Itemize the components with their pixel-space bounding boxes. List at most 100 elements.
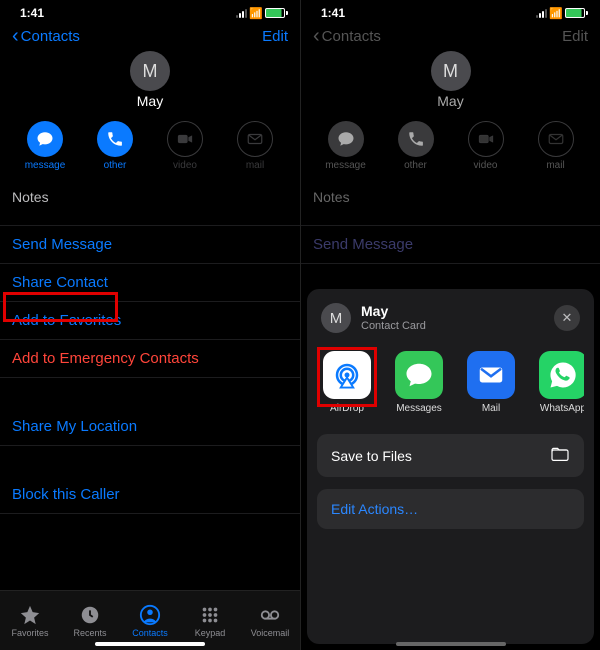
video-icon	[468, 121, 504, 157]
call-action: other	[393, 121, 439, 171]
notes-row: Notes	[301, 181, 600, 226]
battery-icon	[565, 8, 588, 18]
add-emergency-row[interactable]: Add to Emergency Contacts	[0, 340, 300, 378]
back-label: Contacts	[21, 28, 80, 45]
message-icon	[328, 121, 364, 157]
back-label: Contacts	[322, 28, 381, 45]
video-action: video	[463, 121, 509, 171]
spacer	[0, 446, 300, 476]
messages-icon	[395, 351, 443, 399]
sheet-subtitle: Contact Card	[361, 320, 426, 333]
share-location-row[interactable]: Share My Location	[0, 408, 300, 446]
contact-header: M May	[0, 51, 300, 115]
message-action: message	[323, 121, 369, 171]
app-label: AirDrop	[330, 403, 364, 414]
quick-actions: message other video mail	[301, 115, 600, 181]
contact-header: M May	[301, 51, 600, 115]
app-label: WhatsApp	[540, 403, 584, 414]
contact-name: May	[137, 93, 163, 109]
send-message-row[interactable]: Send Message	[0, 226, 300, 264]
chevron-left-icon: ‹	[12, 29, 19, 44]
chevron-left-icon: ‹	[313, 29, 320, 44]
battery-icon	[265, 8, 288, 18]
status-time: 1:41	[20, 6, 44, 20]
mail-app[interactable]: Mail	[463, 351, 519, 414]
tab-keypad[interactable]: Keypad	[182, 604, 238, 638]
action-label: mail	[546, 160, 564, 171]
phone-icon	[97, 121, 133, 157]
tab-label: Contacts	[132, 628, 168, 638]
notes-row[interactable]: Notes	[0, 181, 300, 226]
tab-recents[interactable]: Recents	[62, 604, 118, 638]
wifi-icon: 📶	[549, 7, 563, 20]
status-bar: 1:41 📶	[301, 0, 600, 22]
share-apps-row[interactable]: AirDrop Messages Mail WhatsApp	[317, 343, 584, 424]
home-indicator[interactable]	[396, 642, 506, 646]
phone-icon	[398, 121, 434, 157]
share-sheet[interactable]: M May Contact Card ✕ AirDrop Messages Ma…	[307, 289, 594, 644]
video-icon	[167, 121, 203, 157]
edit-button[interactable]: Edit	[262, 28, 288, 45]
action-label: other	[104, 160, 127, 171]
action-label: message	[325, 160, 366, 171]
airdrop-app[interactable]: AirDrop	[319, 351, 375, 414]
tab-voicemail[interactable]: Voicemail	[242, 604, 298, 638]
avatar: M	[431, 51, 471, 91]
edit-button: Edit	[562, 28, 588, 45]
mail-icon	[538, 121, 574, 157]
nav-bar: ‹ Contacts Edit	[301, 22, 600, 51]
messages-app[interactable]: Messages	[391, 351, 447, 414]
mail-action[interactable]: mail	[232, 121, 278, 171]
back-button[interactable]: ‹ Contacts	[12, 28, 80, 45]
wifi-icon: 📶	[249, 7, 263, 20]
app-label: Mail	[482, 403, 500, 414]
message-action[interactable]: message	[22, 121, 68, 171]
share-contact-row[interactable]: Share Contact	[0, 264, 300, 302]
status-time: 1:41	[321, 6, 345, 20]
airdrop-icon	[323, 351, 371, 399]
nav-bar: ‹ Contacts Edit	[0, 22, 300, 51]
block-caller-row[interactable]: Block this Caller	[0, 476, 300, 514]
tab-contacts[interactable]: Contacts	[122, 604, 178, 638]
avatar[interactable]: M	[130, 51, 170, 91]
action-label: mail	[246, 160, 264, 171]
tab-label: Voicemail	[251, 628, 290, 638]
share-sheet-header: M May Contact Card ✕	[317, 299, 584, 343]
whatsapp-icon	[539, 351, 584, 399]
save-files-label: Save to Files	[331, 448, 412, 464]
mail-icon	[237, 121, 273, 157]
call-action[interactable]: other	[92, 121, 138, 171]
edit-actions-label: Edit Actions…	[317, 489, 584, 529]
contact-name: May	[437, 93, 463, 109]
quick-actions: message other video mail	[0, 115, 300, 181]
cellular-icon	[536, 8, 547, 18]
add-favorites-row[interactable]: Add to Favorites	[0, 302, 300, 340]
send-message-row: Send Message	[301, 226, 600, 264]
close-icon: ✕	[562, 310, 573, 326]
home-indicator[interactable]	[95, 642, 205, 646]
back-button: ‹ Contacts	[313, 28, 381, 45]
tab-bar: Favorites Recents Contacts Keypad Voicem…	[0, 590, 300, 650]
spacer	[0, 378, 300, 408]
action-label: video	[474, 160, 498, 171]
sheet-title: May	[361, 303, 426, 320]
folder-icon	[550, 446, 570, 465]
app-label: Messages	[396, 403, 442, 414]
action-label: video	[173, 160, 197, 171]
action-label: message	[25, 160, 66, 171]
status-bar: 1:41 📶	[0, 0, 300, 22]
tab-label: Favorites	[11, 628, 48, 638]
message-icon	[27, 121, 63, 157]
tab-favorites[interactable]: Favorites	[2, 604, 58, 638]
mail-action: mail	[533, 121, 579, 171]
save-files-card[interactable]: Save to Files	[317, 434, 584, 477]
action-label: other	[404, 160, 427, 171]
tab-label: Recents	[73, 628, 106, 638]
whatsapp-app[interactable]: WhatsApp	[535, 351, 584, 414]
edit-actions-card[interactable]: Edit Actions…	[317, 489, 584, 529]
video-action[interactable]: video	[162, 121, 208, 171]
tab-label: Keypad	[195, 628, 226, 638]
avatar-icon: M	[321, 303, 351, 333]
mail-icon	[467, 351, 515, 399]
close-button[interactable]: ✕	[554, 305, 580, 331]
